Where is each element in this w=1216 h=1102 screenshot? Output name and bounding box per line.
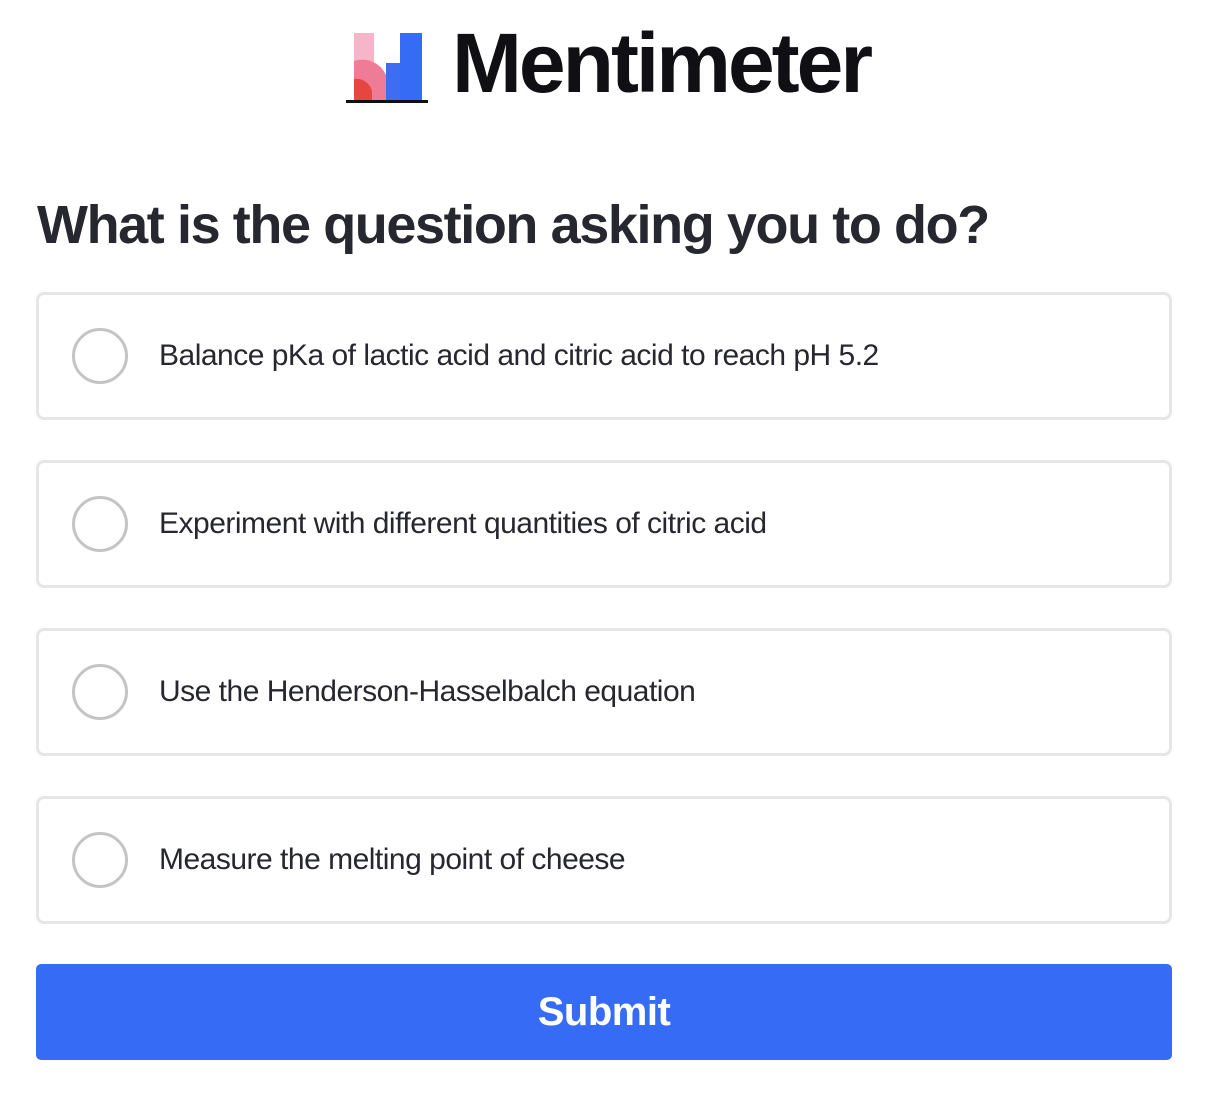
answer-option[interactable]: Experiment with different quantities of … <box>36 460 1172 588</box>
mentimeter-logo-icon <box>345 33 428 103</box>
radio-button[interactable] <box>72 328 128 384</box>
brand-logo: Mentimeter <box>345 16 873 110</box>
option-label: Use the Henderson-Hasselbalch equation <box>159 675 696 708</box>
brand-name: Mentimeter <box>451 16 873 110</box>
option-label: Balance pKa of lactic acid and citric ac… <box>159 339 879 372</box>
answer-option[interactable]: Use the Henderson-Hasselbalch equation <box>36 628 1172 756</box>
option-label: Measure the melting point of cheese <box>159 843 626 876</box>
answer-options: Balance pKa of lactic acid and citric ac… <box>36 292 1172 964</box>
answer-option[interactable]: Balance pKa of lactic acid and citric ac… <box>36 292 1172 420</box>
radio-button[interactable] <box>72 664 128 720</box>
header: Mentimeter <box>0 18 1216 108</box>
submit-button[interactable]: Submit <box>36 964 1172 1060</box>
question-title: What is the question asking you to do? <box>37 195 990 255</box>
radio-button[interactable] <box>72 832 128 888</box>
answer-option[interactable]: Measure the melting point of cheese <box>36 796 1172 924</box>
radio-button[interactable] <box>72 496 128 552</box>
option-label: Experiment with different quantities of … <box>159 507 767 540</box>
